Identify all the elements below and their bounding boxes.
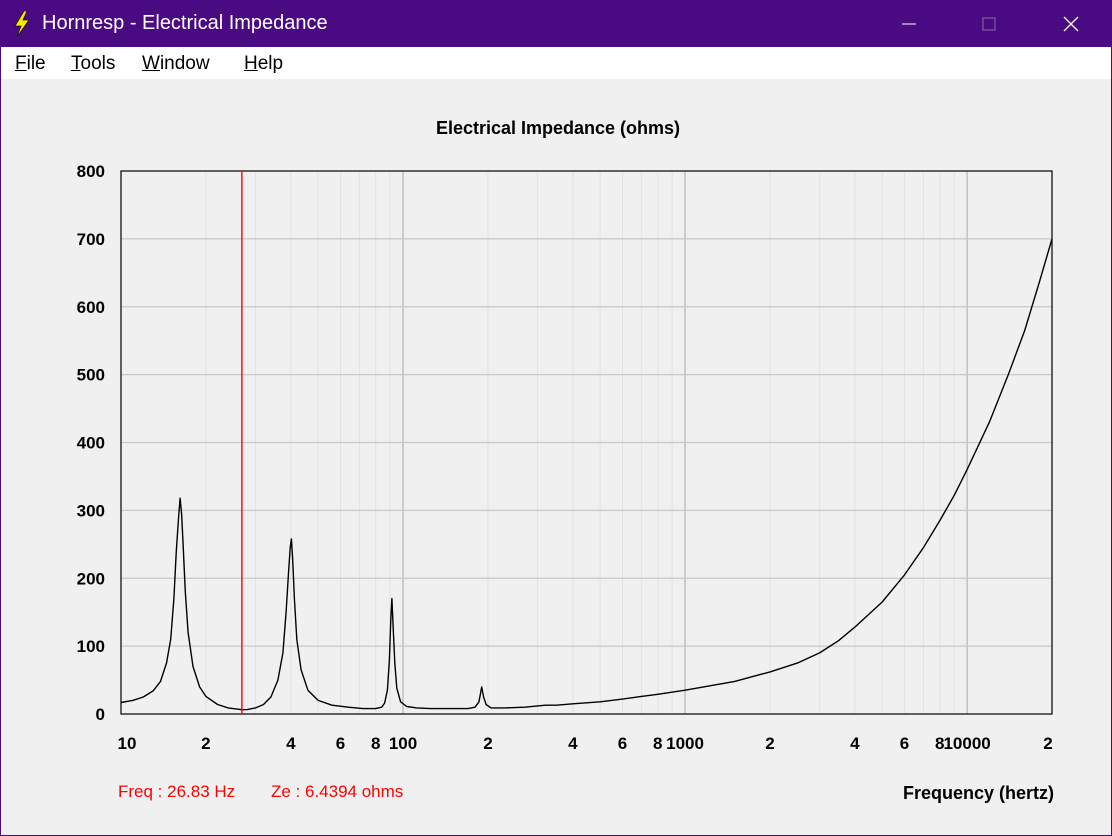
x-tick-label: 10000 (943, 734, 990, 753)
x-tick-label: 8 (371, 734, 380, 753)
series-layer (120, 238, 1053, 711)
x-tick-label: 4 (286, 734, 296, 753)
x-tick-label: 2 (765, 734, 774, 753)
x-tick-label: 4 (850, 734, 860, 753)
chart-title: Electrical Impedance (ohms) (436, 118, 680, 138)
y-tick-label: 700 (77, 230, 105, 249)
x-tick-label: 6 (900, 734, 909, 753)
x-tick-label: 6 (618, 734, 627, 753)
y-tick-label: 400 (77, 434, 105, 453)
x-tick-labels: 10 2 4 6 8 100 2 4 6 8 1000 2 4 6 810000 2 (118, 734, 1053, 753)
impedance-curve (120, 238, 1053, 711)
x-tick-label: 2 (483, 734, 492, 753)
impedance-chart[interactable]: 0100200300400500600700800 10 2 4 6 8 100 2 4 6 8 1… (1, 1, 1111, 835)
freq-readout: Freq : 26.83 Hz (118, 782, 236, 801)
app-window: Hornresp - Electrical Impedance File Too… (0, 0, 1112, 836)
grid-layer (121, 171, 1052, 714)
y-tick-labels: 0 100 200 300 400 500 600 700 800 (77, 162, 105, 724)
x-tick-label: 2 (201, 734, 210, 753)
y-tick-label: 500 (77, 366, 105, 385)
x-tick-label: 1000 (666, 734, 704, 753)
ze-readout: Ze : 6.4394 ohms (271, 782, 404, 801)
y-tick-label: 300 (77, 501, 105, 520)
y-tick-label: 200 (77, 569, 105, 588)
x-tick-label: 100 (389, 734, 417, 753)
x-axis-label: Frequency (hertz) (903, 783, 1054, 803)
x-tick-label: 4 (568, 734, 578, 753)
y-tick-label: 800 (77, 162, 105, 181)
x-tick-label: 8 (653, 734, 662, 753)
x-tick-label: 10 (118, 734, 137, 753)
y-tick-label: 100 (77, 637, 105, 656)
x-tick-label: 2 (1043, 734, 1052, 753)
x-tick-label: 6 (336, 734, 345, 753)
y-tick-label: 0 (96, 705, 105, 724)
y-tick-label: 600 (77, 298, 105, 317)
